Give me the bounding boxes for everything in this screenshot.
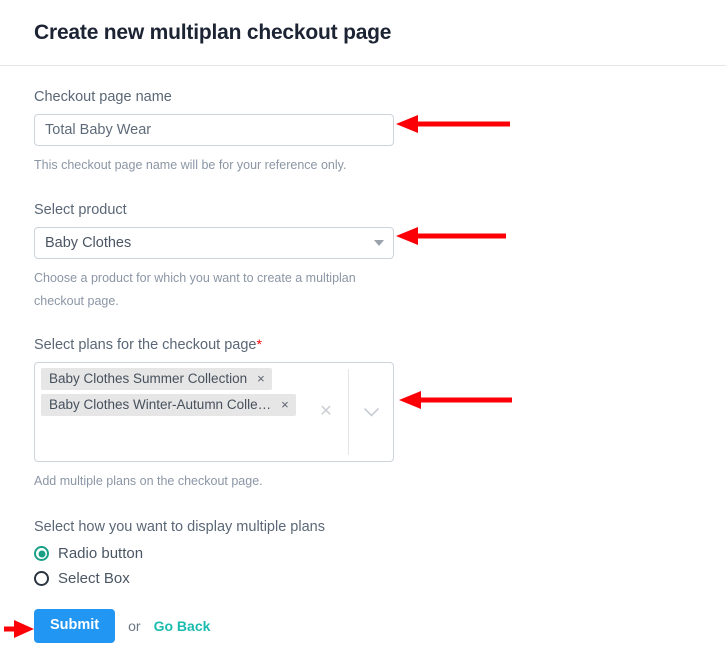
checkout-page-name-label: Checkout page name	[34, 88, 726, 107]
field-display-mode: Select how you want to display multiple …	[34, 519, 726, 587]
multiselect-controls: ✕	[304, 363, 393, 461]
display-mode-label: Select how you want to display multiple …	[34, 519, 726, 535]
select-plans-multiselect[interactable]: Baby Clothes Summer Collection × Baby Cl…	[34, 362, 394, 462]
field-select-plans: Select plans for the checkout page* Baby…	[34, 335, 726, 493]
radio-unselected-icon[interactable]	[34, 571, 49, 586]
radio-option-label: Radio button	[58, 545, 143, 562]
page-header: Create new multiplan checkout page	[0, 0, 726, 45]
or-separator-text: or	[128, 618, 140, 634]
plan-chip-label: Baby Clothes Summer Collection	[49, 371, 247, 386]
checkout-page-name-help: This checkout page name will be for your…	[34, 154, 394, 177]
select-product-wrapper: Baby Clothes	[34, 227, 394, 259]
clear-all-icon[interactable]: ✕	[304, 404, 348, 420]
close-icon[interactable]: ×	[257, 372, 265, 385]
go-back-link[interactable]: Go Back	[154, 618, 211, 634]
chevron-down-icon	[374, 240, 384, 246]
form-actions: Submit or Go Back	[34, 609, 726, 642]
required-asterisk: *	[256, 336, 261, 352]
field-select-product: Select product Baby Clothes Choose a pro…	[34, 201, 726, 313]
checkout-page-name-input[interactable]	[34, 114, 394, 146]
close-icon[interactable]: ×	[281, 398, 289, 411]
radio-selected-icon[interactable]	[34, 546, 49, 561]
select-plans-help: Add multiple plans on the checkout page.	[34, 470, 394, 493]
select-plans-label: Select plans for the checkout page*	[34, 335, 726, 355]
radio-option-label: Select Box	[58, 570, 130, 587]
selected-plan-chips: Baby Clothes Summer Collection × Baby Cl…	[41, 368, 309, 416]
select-product-help: Choose a product for which you want to c…	[34, 267, 394, 313]
select-product-label: Select product	[34, 201, 726, 220]
select-plans-label-text: Select plans for the checkout page	[34, 337, 256, 353]
field-checkout-page-name: Checkout page name This checkout page na…	[34, 88, 726, 177]
submit-button[interactable]: Submit	[34, 609, 115, 642]
page-title: Create new multiplan checkout page	[34, 20, 726, 45]
checkout-page-form: Checkout page name This checkout page na…	[0, 66, 726, 642]
radio-option-select-box[interactable]: Select Box	[34, 570, 726, 587]
plan-chip[interactable]: Baby Clothes Winter-Autumn Colle… ×	[41, 394, 296, 416]
select-product-value: Baby Clothes	[45, 235, 131, 251]
select-product-dropdown[interactable]: Baby Clothes	[34, 227, 394, 259]
plan-chip-label: Baby Clothes Winter-Autumn Colle…	[49, 397, 271, 412]
plan-chip[interactable]: Baby Clothes Summer Collection ×	[41, 368, 272, 390]
radio-option-radio-button[interactable]: Radio button	[34, 545, 726, 562]
chevron-down-icon[interactable]	[349, 408, 393, 417]
